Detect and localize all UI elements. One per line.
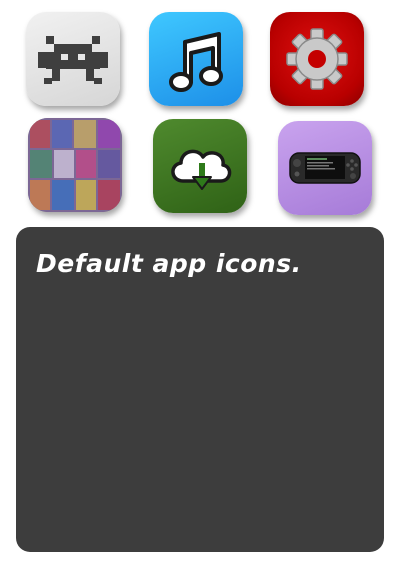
retroarch-invader-icon xyxy=(38,36,108,84)
gear-icon xyxy=(286,28,348,90)
handheld-app-icon[interactable] xyxy=(278,121,372,215)
game-box-art-collage-icon xyxy=(28,118,122,212)
games-app-icon[interactable] xyxy=(28,118,122,212)
description-panel: Default app icons. xyxy=(16,227,384,552)
panel-text: Default app icons. xyxy=(36,249,302,278)
cloud-download-icon xyxy=(171,149,232,190)
retroarch-app-icon[interactable] xyxy=(26,12,120,106)
download-app-icon[interactable] xyxy=(153,119,247,213)
music-app-icon[interactable] xyxy=(149,12,243,106)
handheld-console-icon xyxy=(289,152,361,184)
music-note-icon xyxy=(169,32,223,92)
settings-app-icon[interactable] xyxy=(270,12,364,106)
app-icon-screen: Default app icons. xyxy=(0,0,400,580)
